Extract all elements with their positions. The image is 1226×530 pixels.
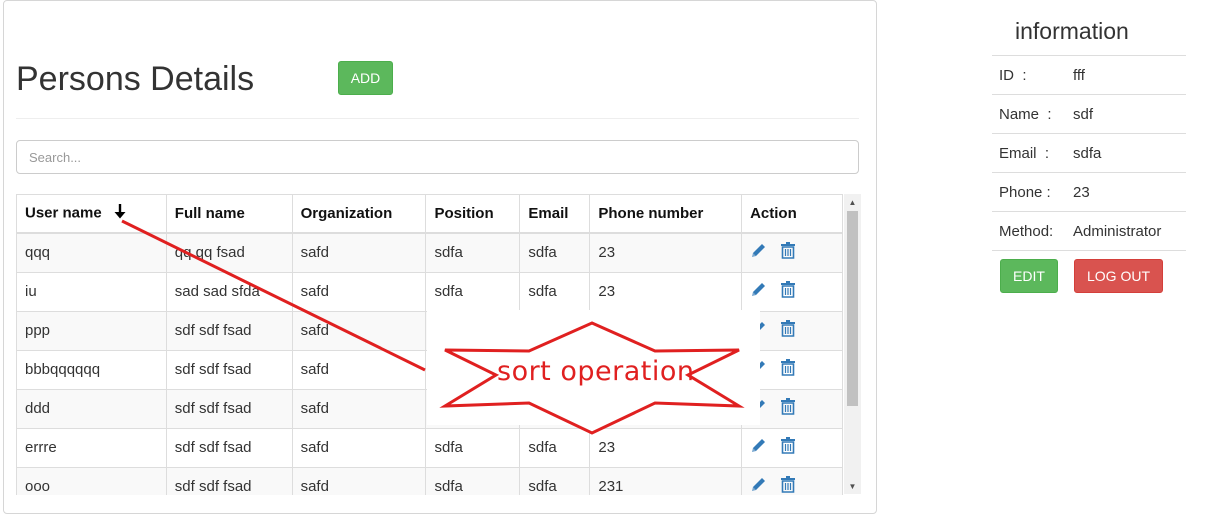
- table-cell: qq qq fsad: [165, 232, 293, 273]
- column-header-user-name[interactable]: User name: [16, 195, 167, 234]
- info-row: Method: Administrator: [992, 211, 1186, 250]
- logout-button[interactable]: LOG OUT: [1074, 259, 1163, 293]
- table-cell: ooo: [16, 466, 167, 495]
- table-cell: errre: [16, 427, 167, 468]
- table-row[interactable]: iu sad sad sfda safd sdfa sdfa 23: [16, 271, 843, 312]
- table-cell: sdf sdf fsad: [165, 427, 293, 468]
- table-row[interactable]: errre sdf sdf fsad safd sdfa sdfa 23: [16, 427, 843, 468]
- info-divider: [992, 250, 1186, 251]
- table-row[interactable]: qqq qq qq fsad safd sdfa sdfa 23: [16, 232, 843, 273]
- trash-icon[interactable]: [781, 398, 796, 419]
- information-title: information: [1015, 18, 1129, 44]
- scroll-thumb[interactable]: [847, 211, 858, 406]
- pencil-icon[interactable]: [750, 476, 767, 495]
- table-cell: sdf sdf fsad: [165, 349, 293, 390]
- info-value: sdf: [1073, 106, 1094, 123]
- column-header-position[interactable]: Position: [425, 195, 521, 234]
- sort-down-arrow-icon[interactable]: [114, 204, 126, 223]
- trash-icon[interactable]: [781, 281, 796, 302]
- table-cell: sad sad sfda: [165, 271, 293, 312]
- table-cell: sdfa: [519, 232, 591, 273]
- table-cell: ppp: [16, 310, 167, 351]
- table-cell: sdf sdf fsad: [165, 466, 293, 495]
- pencil-icon[interactable]: [750, 242, 767, 263]
- column-header-phone-number[interactable]: Phone number: [589, 195, 743, 234]
- table-scrollbar[interactable]: ▲ ▼: [844, 194, 861, 494]
- table-cell: ddd: [16, 388, 167, 429]
- divider: [16, 118, 859, 119]
- page-title: Persons Details: [16, 60, 255, 98]
- table-cell: sdfa: [519, 427, 591, 468]
- trash-icon[interactable]: [781, 476, 796, 495]
- info-label: Email :: [999, 145, 1050, 162]
- pencil-icon[interactable]: [750, 437, 767, 458]
- table-cell: safd: [291, 388, 427, 429]
- table-cell: sdfa: [519, 271, 591, 312]
- table-cell: sdfa: [425, 232, 521, 273]
- trash-icon[interactable]: [781, 359, 796, 380]
- table-cell: 23: [589, 271, 743, 312]
- action-cell: [741, 427, 843, 468]
- table-cell: safd: [291, 232, 427, 273]
- table-cell: 23: [589, 232, 743, 273]
- scroll-up-arrow-icon[interactable]: ▲: [844, 194, 861, 210]
- info-label: Phone :: [999, 184, 1051, 201]
- column-header-action: Action: [741, 195, 843, 234]
- table-cell: safd: [291, 349, 427, 390]
- table-cell: safd: [291, 466, 427, 495]
- table-cell: sdfa: [425, 271, 521, 312]
- action-cell: [741, 466, 843, 495]
- table-cell: sdfa: [425, 466, 521, 495]
- column-header-label: User name: [25, 204, 102, 222]
- table-cell: safd: [291, 427, 427, 468]
- info-label: Method:: [999, 223, 1054, 240]
- info-value: 23: [1073, 184, 1090, 201]
- info-label: Name :: [999, 106, 1052, 123]
- table-cell: sdf sdf fsad: [165, 310, 293, 351]
- column-header-email[interactable]: Email: [519, 195, 591, 234]
- search-input[interactable]: [16, 140, 859, 174]
- table-cell: sdfa: [425, 427, 521, 468]
- column-header-organization[interactable]: Organization: [291, 195, 427, 234]
- table-row[interactable]: ooo sdf sdf fsad safd sdfa sdfa 231: [16, 466, 843, 495]
- info-value: fff: [1073, 67, 1085, 84]
- column-header-full-name[interactable]: Full name: [165, 195, 293, 234]
- action-cell: [741, 271, 843, 312]
- info-value: Administrator: [1073, 223, 1162, 240]
- table-cell: 23: [589, 427, 743, 468]
- table-header-row: User name Full name Organization Positio…: [16, 195, 843, 234]
- scroll-down-arrow-icon[interactable]: ▼: [844, 478, 861, 494]
- info-row: Email : sdfa: [992, 133, 1186, 172]
- trash-icon[interactable]: [781, 242, 796, 263]
- table-cell: qqq: [16, 232, 167, 273]
- table-cell: safd: [291, 271, 427, 312]
- action-cell: [741, 232, 843, 273]
- trash-icon[interactable]: [781, 320, 796, 341]
- info-row: Name : sdf: [992, 94, 1186, 133]
- info-row: ID : fff: [992, 55, 1186, 94]
- edit-button[interactable]: EDIT: [1000, 259, 1058, 293]
- trash-icon[interactable]: [781, 437, 796, 458]
- info-row: Phone : 23: [992, 172, 1186, 211]
- info-value: sdfa: [1073, 145, 1102, 162]
- table-cell: safd: [291, 310, 427, 351]
- table-cell: sdfa: [519, 466, 591, 495]
- annotation-label: sort operation: [497, 356, 695, 387]
- pencil-icon[interactable]: [750, 281, 767, 302]
- add-button[interactable]: ADD: [338, 61, 393, 95]
- table-cell: 231: [589, 466, 743, 495]
- table-cell: sdf sdf fsad: [165, 388, 293, 429]
- info-label: ID :: [999, 67, 1027, 84]
- table-cell: bbbqqqqqq: [16, 349, 167, 390]
- table-cell: iu: [16, 271, 167, 312]
